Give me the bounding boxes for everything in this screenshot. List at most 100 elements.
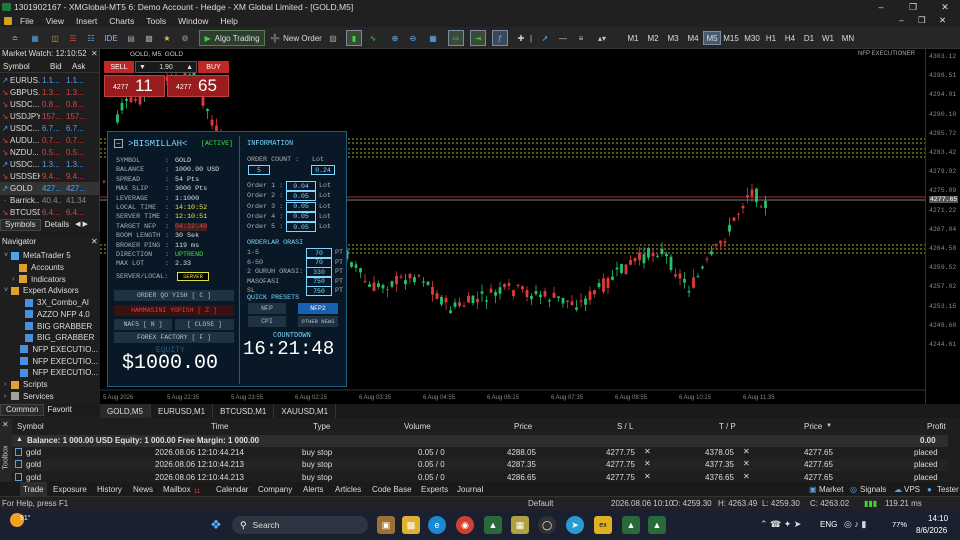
col-symbol[interactable]: Symbol [3, 62, 30, 71]
tab-vps[interactable]: VPS [904, 482, 920, 496]
navigator-item[interactable]: BIG GRABBER [18, 320, 98, 332]
data-window-icon[interactable]: ☷ [84, 30, 98, 46]
menu-tools[interactable]: Tools [146, 16, 166, 26]
zoom-out-icon[interactable]: ⊖ [406, 30, 420, 46]
close-all-button[interactable]: HAMMASINI YOPISH [ Z ] [114, 305, 234, 316]
forex-factory-button[interactable]: FOREX FACTORY [ F ] [114, 332, 234, 343]
timeframe-m4[interactable]: M4 [684, 31, 702, 45]
market-watch-row[interactable]: ↘ NZDU... 0.5... 0.5... [0, 146, 100, 159]
menu-file[interactable]: File [20, 16, 34, 26]
timeframe-w1[interactable]: W1 [819, 31, 837, 45]
grid-icon[interactable]: ▦ [426, 30, 440, 46]
tab-symbols[interactable]: Symbols [0, 219, 41, 231]
taskbar-search-box[interactable]: ⚲ Search [232, 516, 368, 534]
tab-market[interactable]: Market [819, 482, 843, 496]
ea-collapse-button[interactable]: – [114, 139, 123, 148]
market-watch-close-icon[interactable]: ✕ [91, 49, 98, 58]
col-volume[interactable]: Volume [404, 422, 431, 431]
timeframe-d1[interactable]: D1 [800, 31, 818, 45]
terminal-close-icon[interactable]: ✕ [2, 420, 9, 429]
col-ask[interactable]: Ask [72, 62, 85, 71]
start-icon[interactable]: ❖ [207, 516, 225, 534]
depth-of-market-icon[interactable]: ▧ [326, 30, 340, 46]
menu-window[interactable]: Window [178, 16, 208, 26]
strategy-tester-icon[interactable]: ★ [160, 30, 174, 46]
mdi-close-button[interactable]: ✕ [939, 15, 946, 26]
profiles-icon[interactable]: ◫ [48, 30, 62, 46]
col-sl[interactable]: S / L [617, 422, 633, 431]
gap-input[interactable]: 750 [306, 276, 332, 287]
widgets-icon[interactable]: ▣ [377, 516, 395, 534]
maximize-button[interactable]: ❐ [900, 0, 926, 14]
close-button[interactable]: ✕ [932, 0, 958, 14]
chart-tab-eurusd-m1[interactable]: EURUSD,M1 [151, 404, 214, 418]
navigator-item[interactable]: BIG_GRABBER [18, 332, 98, 344]
market-watch-icon[interactable]: ☰ [66, 30, 80, 46]
chart-tab-xauusd-m1[interactable]: XAUUSD,M1 [274, 404, 337, 418]
algo-trading-button[interactable]: ▶ Algo Trading [199, 30, 265, 46]
market-watch-row[interactable]: ↗ USDC... 6.7... 6.7... [0, 122, 100, 135]
navigator-item[interactable]: Accounts [12, 262, 98, 274]
tab-right-arrow-icon[interactable]: ▶ [83, 219, 88, 231]
autoscroll-icon[interactable]: ⇨ [448, 30, 464, 46]
expand-icon[interactable]: › [4, 393, 11, 400]
app-icon-3[interactable]: ◯ [538, 516, 556, 534]
tab-common[interactable]: Common [0, 404, 45, 416]
horizontal-line-icon[interactable]: — [556, 30, 570, 46]
preset-nfp2[interactable]: NFP2 [298, 303, 338, 314]
terminal-tab-articles[interactable]: Articles [335, 482, 361, 496]
file-explorer-icon[interactable]: ▩ [402, 516, 420, 534]
clock-date[interactable]: 8/6/2026 [916, 526, 947, 535]
timeframe-m5[interactable]: M5 [703, 31, 721, 45]
chart-type-icon[interactable]: ≏ [6, 30, 24, 46]
timeframe-m30[interactable]: M30 [742, 31, 762, 45]
navigator-close-icon[interactable]: ✕ [91, 237, 98, 246]
remove-sl-icon[interactable]: ✕ [644, 447, 651, 456]
preset-nfp[interactable]: NFP [248, 303, 286, 314]
chart-tab-btcusd-m1[interactable]: BTCUSD,M1 [213, 404, 275, 418]
order-button[interactable]: ORDER QO`YISH [ C ] [114, 290, 234, 301]
col-symbol-term[interactable]: Symbol [17, 422, 44, 431]
order-lot-input[interactable]: 0.05 [286, 222, 316, 233]
navigator-icon[interactable]: ▤ [124, 30, 138, 46]
bar-chart-icon[interactable]: ▮ [346, 30, 362, 46]
lot-increase-icon[interactable]: ▲ [186, 64, 193, 71]
order-lot-input[interactable]: 0.04 [286, 181, 316, 191]
timeframe-h4[interactable]: H4 [781, 31, 799, 45]
mdi-minimize-button[interactable]: – [899, 15, 904, 25]
market-watch-row[interactable]: ↘ USDSEK 9.4... 9.4... [0, 170, 100, 183]
tab-left-arrow-icon[interactable]: ◀ [75, 219, 80, 231]
buy-button[interactable]: BUY [198, 61, 229, 73]
options-icon[interactable]: ⚙ [178, 30, 192, 46]
market-watch-row[interactable]: ↘ BTCUSD 6.4... 6.4... [0, 206, 100, 219]
col-time[interactable]: Time [211, 422, 228, 431]
close-button-ea[interactable]: [ CLOSE ] [175, 319, 234, 330]
timeframe-m15[interactable]: M15 [721, 31, 741, 45]
preset-other-news[interactable]: OTHER NEWS [298, 316, 338, 327]
remove-tp-icon[interactable]: ✕ [743, 472, 750, 481]
tray-icons[interactable]: ⌃ ☎ ✦ ➤ [760, 519, 801, 530]
menu-help[interactable]: Help [220, 16, 237, 26]
order-row[interactable]: gold 2026.08.06 12:10:44.213 buy stop 0.05 … [12, 459, 948, 472]
market-watch-row[interactable]: ↗ GOLD 427... 427... [0, 182, 100, 195]
remove-sl-icon[interactable]: ✕ [644, 472, 651, 481]
tab-details[interactable]: Details [41, 219, 73, 231]
navigator-item[interactable]: › Scripts [4, 379, 98, 391]
navigator-item[interactable]: AZZO NFP 4.0 [18, 309, 98, 321]
tab-favorites[interactable]: Favorites [44, 404, 72, 416]
market-watch-row[interactable]: ↗ USDC... 1.3... 1.3... [0, 158, 100, 171]
tray-status-icons[interactable]: ◎ ♪ ▮ [844, 519, 866, 530]
col-profit[interactable]: Profit [927, 422, 946, 431]
sell-price-button[interactable]: 4277 11 [104, 75, 165, 97]
gap-input[interactable]: 330 [306, 267, 332, 277]
navigator-item[interactable]: NFP EXECUTIO... [18, 344, 98, 356]
expand-icon[interactable]: ˅ [4, 252, 11, 259]
preset-cpi[interactable]: CPI [248, 316, 286, 327]
col-tp[interactable]: T / P [719, 422, 736, 431]
order-lot-input[interactable]: 0.05 [286, 191, 316, 202]
lot-size-input[interactable]: ▼ 1.90 ▲ [135, 61, 197, 73]
clock-time[interactable]: 14:10 [928, 514, 948, 523]
new-order-button[interactable]: ➕ New Order [270, 30, 322, 46]
menu-insert[interactable]: Insert [76, 16, 97, 26]
terminal-icon[interactable]: ▩ [142, 30, 156, 46]
